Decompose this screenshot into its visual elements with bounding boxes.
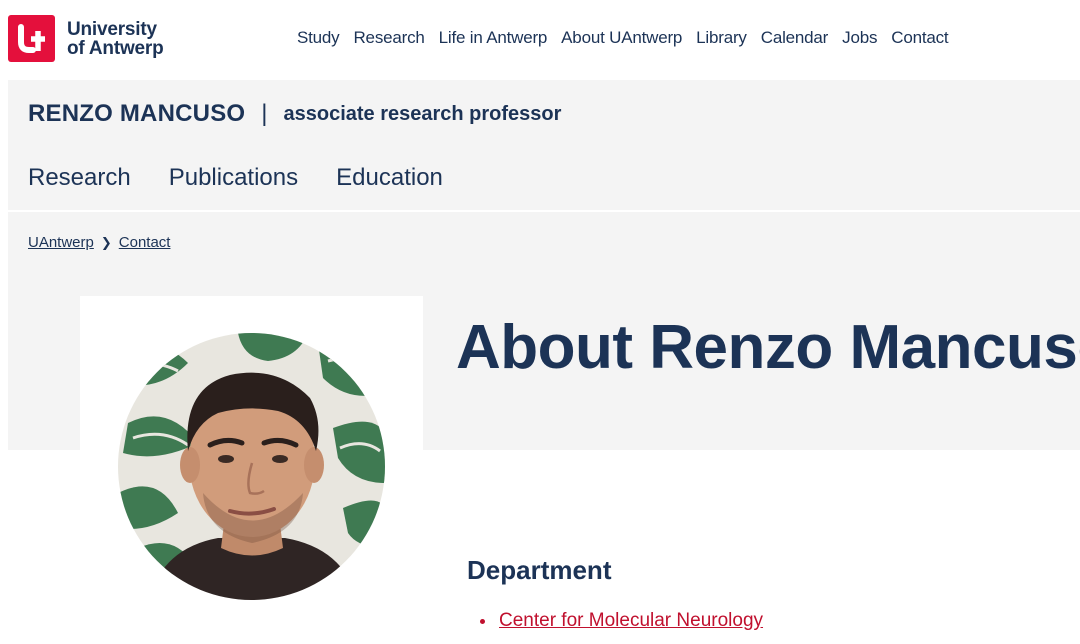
department-link[interactable]: Center for Molecular Neurology bbox=[499, 610, 763, 632]
breadcrumb-uantwerp[interactable]: UAntwerp bbox=[28, 234, 94, 251]
nav-jobs[interactable]: Jobs bbox=[842, 28, 877, 48]
profile-title-row: RENZO MANCUSO | associate research profe… bbox=[28, 100, 561, 128]
logo-line-2: of Antwerp bbox=[67, 37, 164, 59]
subnav-education[interactable]: Education bbox=[336, 164, 443, 192]
avatar bbox=[118, 333, 385, 600]
logo-line-1: University bbox=[67, 18, 157, 40]
department-heading: Department bbox=[467, 555, 612, 585]
site-header: University of Antwerp Study Research Lif… bbox=[0, 0, 1080, 80]
department-list: Center for Molecular Neurology bbox=[480, 610, 763, 632]
main-navigation: Study Research Life in Antwerp About UAn… bbox=[297, 28, 962, 48]
page-title: About Renzo Mancuso bbox=[456, 313, 1080, 382]
logo-wordmark: University of Antwerp bbox=[67, 20, 164, 58]
list-item: Center for Molecular Neurology bbox=[480, 610, 763, 632]
nav-research[interactable]: Research bbox=[353, 28, 424, 48]
profile-photo-card bbox=[80, 296, 423, 644]
breadcrumb-contact[interactable]: Contact bbox=[119, 234, 171, 251]
nav-life-in-antwerp[interactable]: Life in Antwerp bbox=[439, 28, 548, 48]
profile-separator: | bbox=[261, 100, 268, 127]
nav-calendar[interactable]: Calendar bbox=[761, 28, 829, 48]
nav-library[interactable]: Library bbox=[696, 28, 747, 48]
subnav-publications[interactable]: Publications bbox=[169, 164, 298, 192]
uantwerp-u-icon bbox=[8, 15, 55, 62]
profile-role: associate research professor bbox=[283, 102, 562, 125]
subnav-research[interactable]: Research bbox=[28, 164, 131, 192]
nav-contact[interactable]: Contact bbox=[891, 28, 948, 48]
profile-subnav: Research Publications Education bbox=[28, 164, 481, 192]
nav-about-uantwerp[interactable]: About UAntwerp bbox=[561, 28, 682, 48]
nav-study[interactable]: Study bbox=[297, 28, 340, 48]
bullet-icon bbox=[480, 618, 485, 624]
chevron-right-icon: ❯ bbox=[100, 234, 112, 250]
profile-header: RENZO MANCUSO | associate research profe… bbox=[8, 80, 1080, 212]
university-logo[interactable]: University of Antwerp bbox=[8, 15, 164, 62]
profile-name: RENZO MANCUSO bbox=[28, 100, 246, 127]
breadcrumb: UAntwerp ❯ Contact bbox=[28, 234, 170, 251]
